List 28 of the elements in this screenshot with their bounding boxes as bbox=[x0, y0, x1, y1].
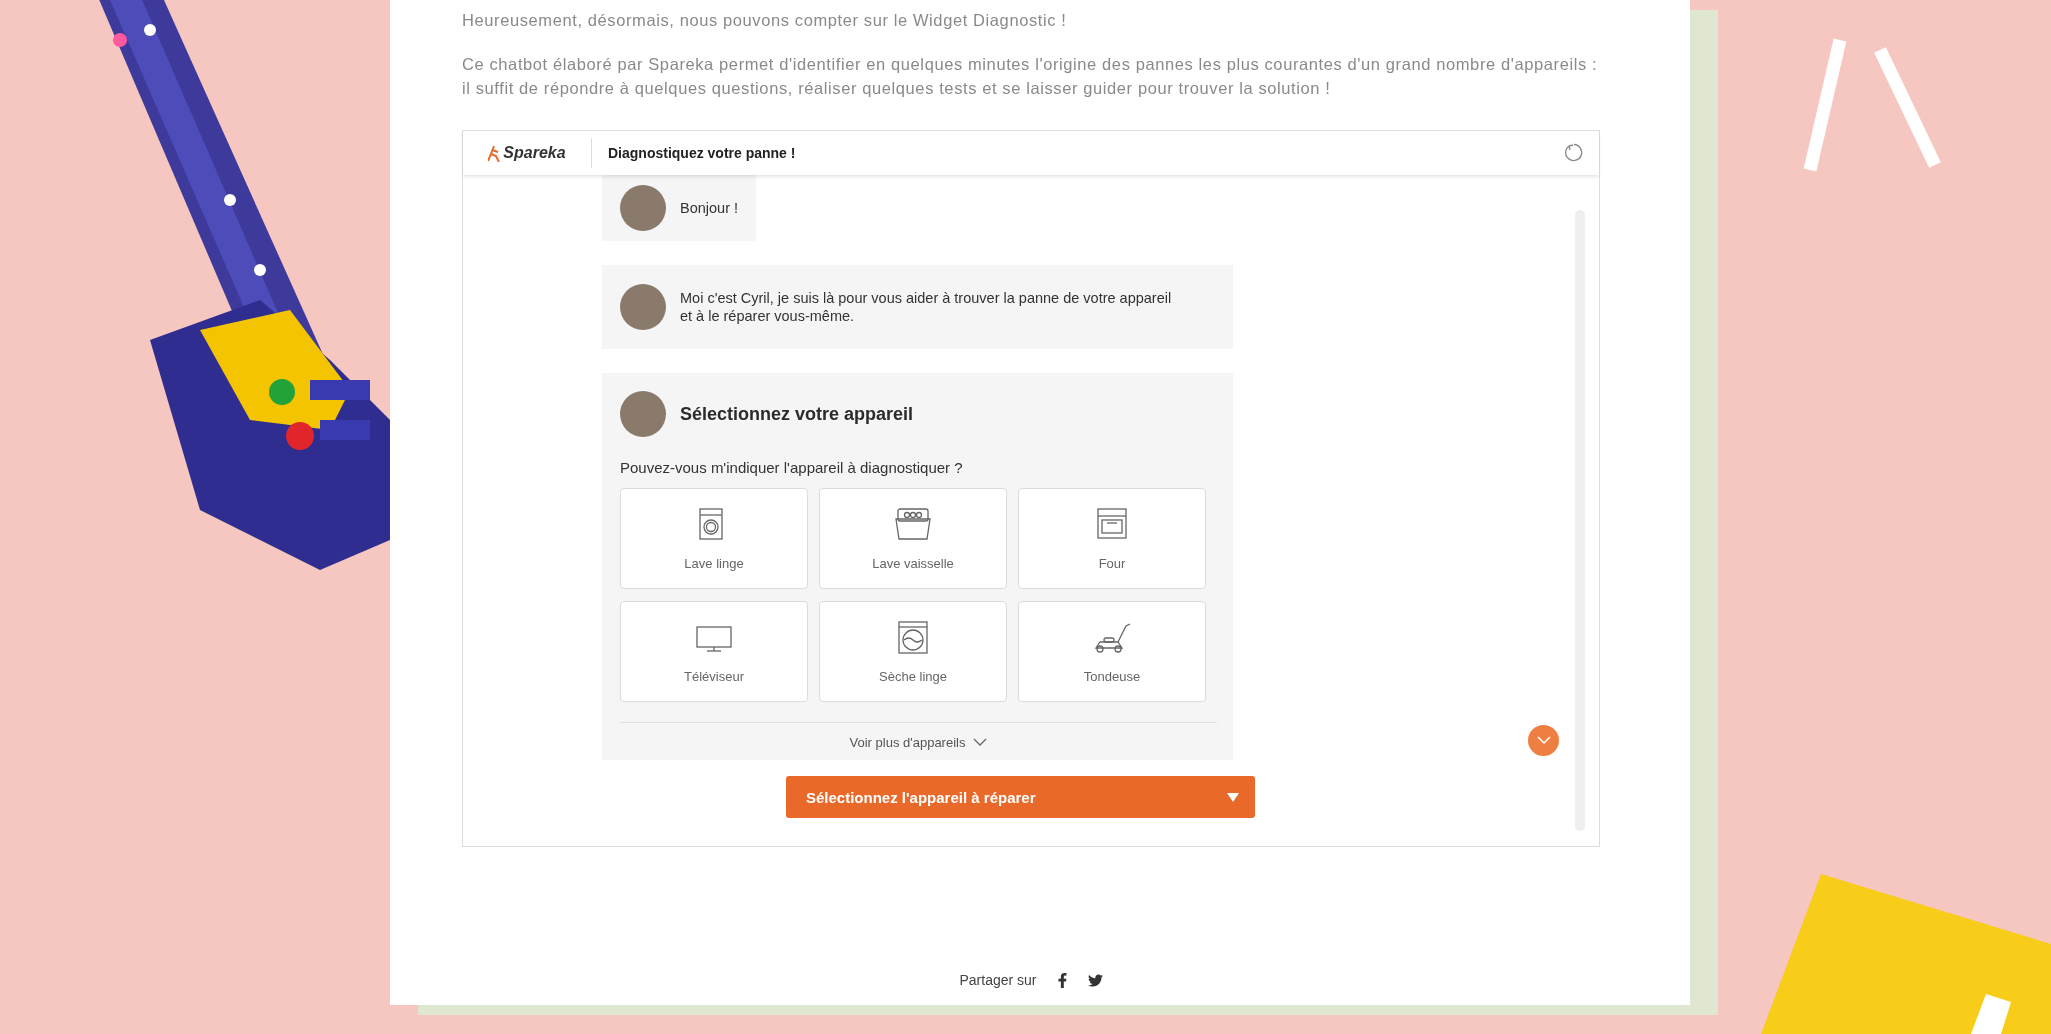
message-text: Bonjour ! bbox=[680, 199, 739, 217]
runner-icon bbox=[488, 144, 501, 162]
brand-logo: Spareka bbox=[503, 144, 566, 162]
device-option[interactable]: Téléviseur bbox=[620, 601, 808, 702]
chevron-down-icon bbox=[973, 738, 988, 747]
card-title: Sélectionnez votre appareil bbox=[680, 403, 914, 425]
avatar-icon bbox=[620, 284, 666, 330]
intro-paragraph: Heureusement, désormais, nous pouvons compter sur le Widget Diagnostic ! bbox=[462, 10, 1068, 31]
dishwasher-icon bbox=[893, 506, 933, 542]
device-option[interactable]: Four bbox=[1018, 488, 1206, 589]
avatar-icon bbox=[620, 185, 666, 231]
device-option[interactable]: Tondeuse bbox=[1018, 601, 1206, 702]
widget-title: Diagnostiquez votre panne ! bbox=[608, 145, 797, 161]
chevron-down-icon bbox=[1536, 736, 1551, 745]
question-text: Pouvez-vous m'indiquer l'appareil à diagnostiquer ? bbox=[620, 459, 964, 476]
message-text: Moi c'est Cyril, je suis là pour vous aider à trouver la panne de votre appareil et à le réparer vous-même. bbox=[680, 289, 1173, 325]
scroll-down-button[interactable] bbox=[1528, 725, 1559, 756]
refresh-icon[interactable] bbox=[1563, 142, 1585, 164]
show-more-link[interactable]: Voir plus d'appareils bbox=[847, 733, 990, 752]
avatar-icon bbox=[620, 391, 666, 437]
device-option[interactable]: Sèche linge bbox=[819, 601, 1007, 702]
device-option[interactable]: Lave vaisselle bbox=[819, 488, 1007, 589]
device-select-dropdown[interactable]: Sélectionnez l'appareil à réparer bbox=[786, 776, 1255, 818]
share-label: Partager sur bbox=[959, 972, 1037, 988]
twitter-icon[interactable] bbox=[1087, 972, 1103, 988]
device-option[interactable]: Lave linge bbox=[620, 488, 808, 589]
intro-paragraph: Ce chatbot élaboré par Spareka permet d'identifier en quelques minutes l'origine des pannes les plus courantes d'un grand nombre d'appareils : il suffit de répondre à quelques questions, réaliser quelques tests et se laisser guider pour trouver la solution ! bbox=[462, 54, 1599, 99]
caret-icon bbox=[1227, 792, 1239, 802]
